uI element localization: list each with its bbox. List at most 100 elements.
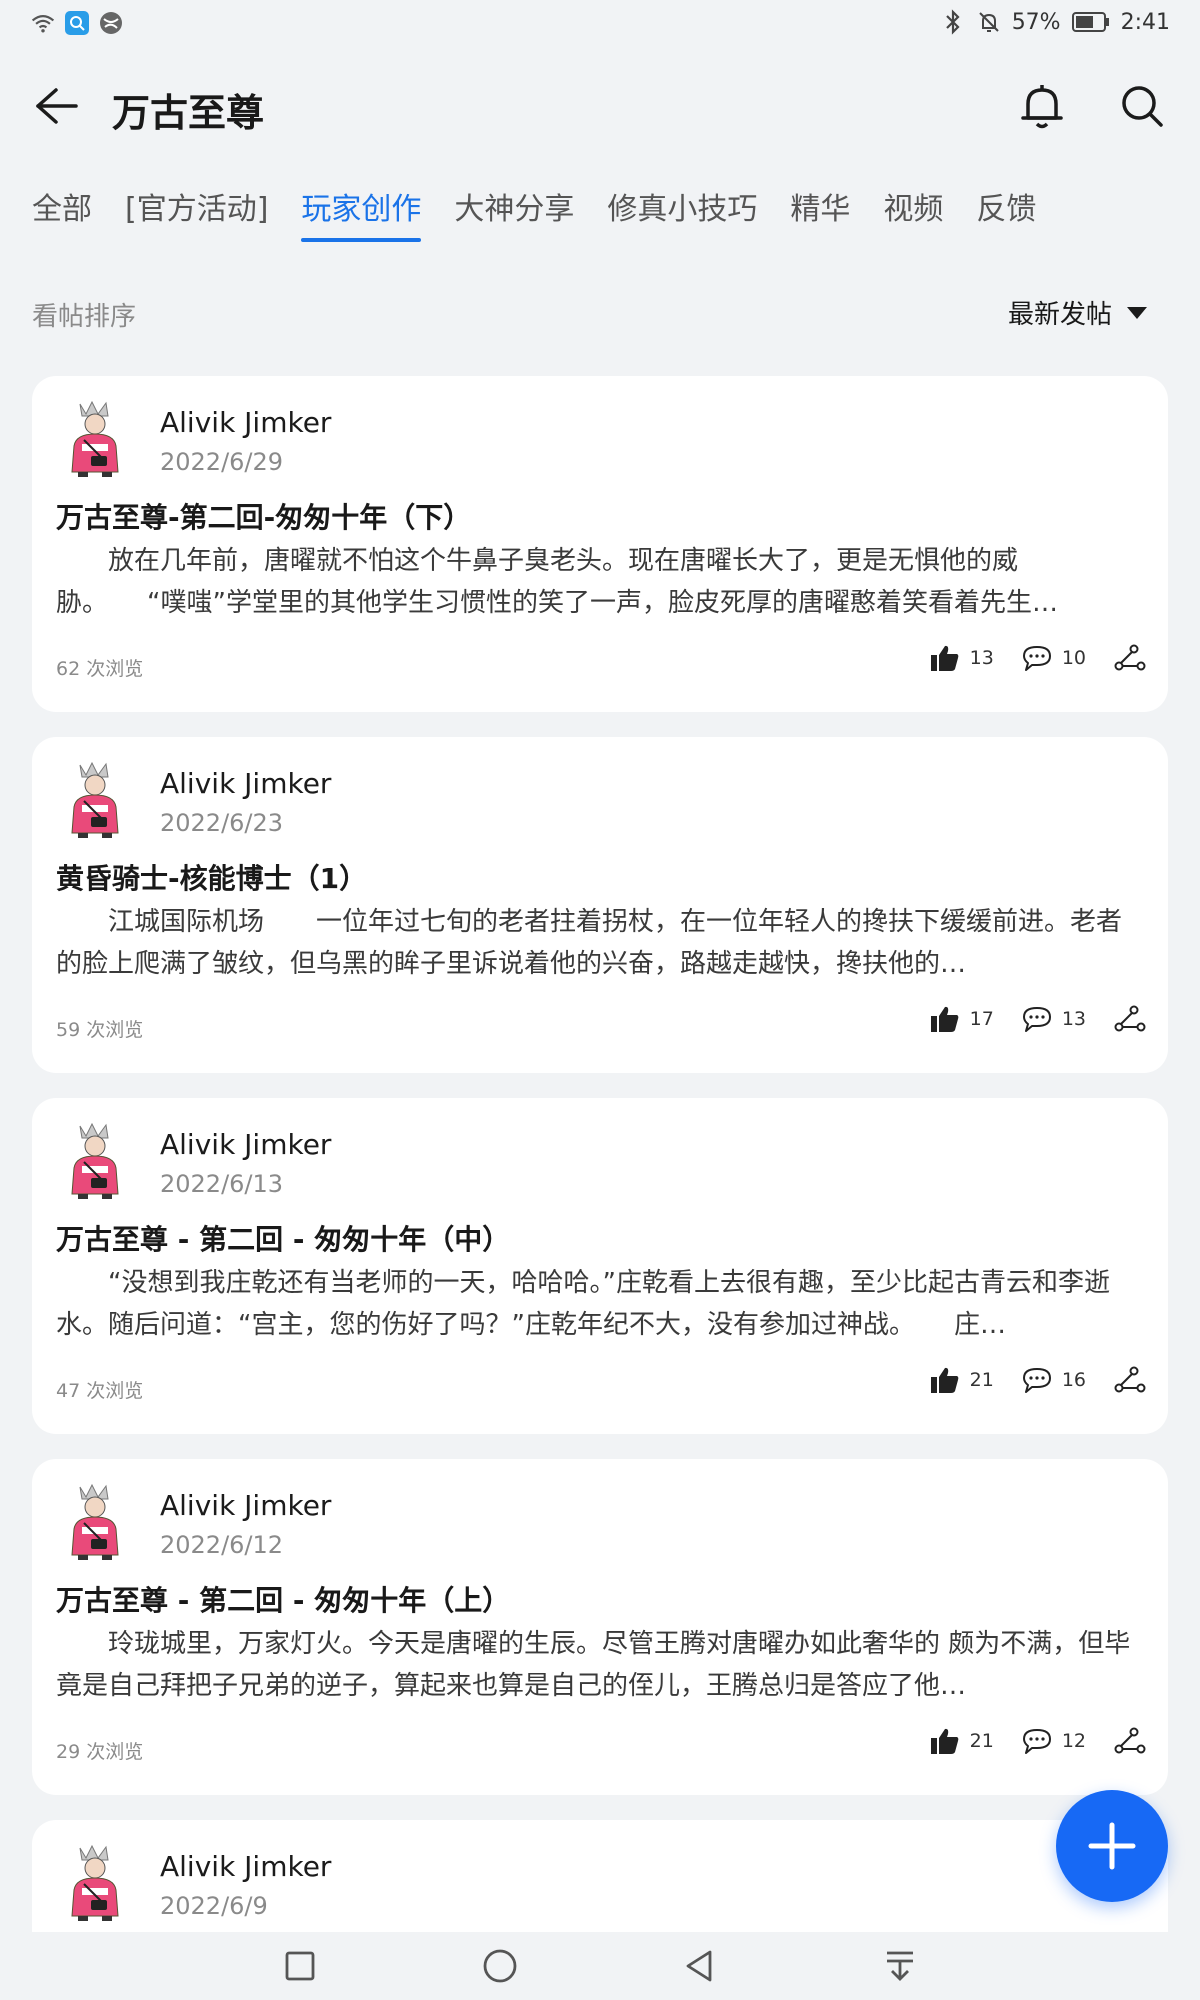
search-icon	[1122, 86, 1163, 127]
comment-button[interactable]: 10	[1022, 644, 1086, 672]
battery-icon	[1071, 9, 1111, 35]
notification-pull-button[interactable]	[876, 1942, 924, 1990]
share-button[interactable]	[1114, 644, 1146, 672]
post-feed: Alivik Jimker 2022/6/29 万古至尊-第二回-匆匆十年（下）…	[32, 376, 1168, 1965]
post-excerpt[interactable]: 放在几年前，唐曜就不怕这个牛鼻子臭老头。现在唐曜长大了，更是无惧他的威胁。 “噗…	[56, 540, 1146, 624]
avatar[interactable]	[62, 1122, 128, 1200]
comment-button[interactable]: 13	[1022, 1005, 1086, 1033]
post-card[interactable]: Alivik Jimker 2022/6/9	[32, 1820, 1168, 1940]
post-date: 2022/6/12	[160, 1531, 284, 1559]
post-actions: 21 12	[902, 1727, 1146, 1755]
like-count: 21	[969, 1730, 994, 1752]
share-button[interactable]	[1114, 1727, 1146, 1755]
tab-expert-sharing[interactable]: 大神分享	[454, 190, 574, 246]
author-name[interactable]: Alivik Jimker	[160, 1850, 331, 1883]
post-date: 2022/6/13	[160, 1170, 284, 1198]
post-actions: 21 16	[902, 1366, 1146, 1394]
post-title[interactable]: 万古至尊-第二回-匆匆十年（下）	[56, 496, 471, 536]
like-button[interactable]: 17	[930, 1005, 994, 1033]
home-button[interactable]	[476, 1942, 524, 1990]
dropdown-triangle-icon	[1127, 306, 1147, 319]
back-button[interactable]	[30, 80, 82, 132]
home-circle-icon	[483, 1949, 517, 1983]
avatar[interactable]	[62, 400, 128, 478]
post-excerpt[interactable]: 江城国际机场 一位年过七旬的老者拄着拐杖，在一位年轻人的搀扶下缓缓前进。老者的脸…	[56, 901, 1146, 985]
sort-selected-value: 最新发帖	[1007, 300, 1112, 330]
search-button[interactable]	[1114, 78, 1170, 134]
tab-tips[interactable]: 修真小技巧	[607, 190, 757, 246]
system-back-button[interactable]	[676, 1942, 724, 1990]
like-button[interactable]: 21	[930, 1727, 994, 1755]
share-icon	[1114, 1005, 1146, 1032]
comment-icon	[1022, 1368, 1051, 1393]
tab-player-creations[interactable]: 玩家创作	[301, 190, 422, 246]
author-name[interactable]: Alivik Jimker	[160, 767, 331, 800]
comment-button[interactable]: 16	[1022, 1366, 1086, 1394]
recents-button[interactable]	[276, 1942, 324, 1990]
header: 万古至尊	[0, 70, 1200, 142]
post-excerpt[interactable]: 玲珑城里，万家灯火。今天是唐曜的生辰。尽管王腾对唐曜办如此奢华的 颇为不满，但毕…	[56, 1623, 1146, 1707]
back-triangle-icon	[686, 1950, 712, 1982]
avatar[interactable]	[62, 761, 128, 839]
post-excerpt[interactable]: “没想到我庄乾还有当老师的一天，哈哈哈。”庄乾看上去很有趣，至少比起古青云和李逝…	[56, 1262, 1146, 1346]
author-name[interactable]: Alivik Jimker	[160, 406, 331, 439]
avatar-image	[71, 761, 119, 838]
view-count: 59 次浏览	[56, 1019, 144, 1041]
sort-dropdown[interactable]: 最新发帖	[1008, 294, 1148, 331]
battery-percent: 57%	[1011, 9, 1061, 35]
back-arrow-icon	[36, 88, 78, 124]
share-button[interactable]	[1114, 1005, 1146, 1033]
like-button[interactable]: 21	[930, 1366, 994, 1394]
post-card[interactable]: Alivik Jimker 2022/6/12 万古至尊 - 第二回 - 匆匆十…	[32, 1459, 1168, 1795]
bell-icon	[1021, 85, 1063, 129]
like-button[interactable]: 13	[930, 644, 994, 672]
avatar-image	[71, 1122, 119, 1199]
tab-feedback[interactable]: 反馈	[976, 190, 1036, 246]
post-card[interactable]: Alivik Jimker 2022/6/29 万古至尊-第二回-匆匆十年（下）…	[32, 376, 1168, 712]
comment-button[interactable]: 12	[1022, 1727, 1086, 1755]
avatar[interactable]	[62, 1844, 128, 1922]
page-title: 万古至尊	[112, 91, 265, 135]
share-icon	[1114, 1727, 1146, 1754]
system-nav-bar	[0, 1932, 1200, 2000]
category-tabs: 全部 [官方活动] 玩家创作 大神分享 修真小技巧 精华 视频 反馈	[32, 190, 1069, 254]
tab-all[interactable]: 全部	[32, 190, 92, 246]
author-name[interactable]: Alivik Jimker	[160, 1489, 331, 1522]
avatar[interactable]	[62, 1483, 128, 1561]
author-name[interactable]: Alivik Jimker	[160, 1128, 331, 1161]
avatar-image	[71, 400, 119, 477]
notifications-button[interactable]	[1014, 78, 1070, 134]
post-date: 2022/6/29	[160, 448, 284, 476]
share-icon	[1114, 1366, 1146, 1393]
comment-icon	[1022, 646, 1051, 671]
post-date: 2022/6/9	[160, 1892, 268, 1920]
avatar-image	[71, 1483, 119, 1560]
sort-row: 看帖排序 最新发帖	[0, 294, 1200, 334]
sort-label: 看帖排序	[32, 302, 137, 332]
avatar-image	[71, 1844, 119, 1921]
post-card[interactable]: Alivik Jimker 2022/6/13 万古至尊 - 第二回 - 匆匆十…	[32, 1098, 1168, 1434]
notification-pull-icon	[887, 1951, 913, 1981]
like-count: 13	[969, 647, 994, 669]
thumbs-up-icon	[930, 1006, 958, 1032]
browser-icon	[98, 10, 124, 36]
comment-count: 10	[1061, 647, 1086, 669]
like-count: 17	[969, 1008, 994, 1030]
post-title[interactable]: 万古至尊 - 第二回 - 匆匆十年（上）	[56, 1579, 510, 1619]
status-bar: 57% 2:41	[0, 0, 1200, 48]
clock: 2:41	[1120, 9, 1170, 35]
tab-videos[interactable]: 视频	[883, 190, 943, 246]
plus-icon	[1088, 1822, 1136, 1870]
view-count: 62 次浏览	[56, 658, 144, 680]
post-title[interactable]: 黄昏骑士-核能博士（1）	[56, 857, 367, 897]
thumbs-up-icon	[930, 1728, 958, 1754]
new-post-button[interactable]	[1056, 1790, 1168, 1902]
post-card[interactable]: Alivik Jimker 2022/6/23 黄昏骑士-核能博士（1） 江城国…	[32, 737, 1168, 1073]
tab-featured[interactable]: 精华	[790, 190, 850, 246]
post-title[interactable]: 万古至尊 - 第二回 - 匆匆十年（中）	[56, 1218, 510, 1258]
thumbs-up-icon	[930, 645, 958, 671]
share-button[interactable]	[1114, 1366, 1146, 1394]
comment-icon	[1022, 1729, 1051, 1754]
wifi-icon	[30, 10, 56, 36]
tab-official-events[interactable]: [官方活动]	[125, 190, 268, 246]
